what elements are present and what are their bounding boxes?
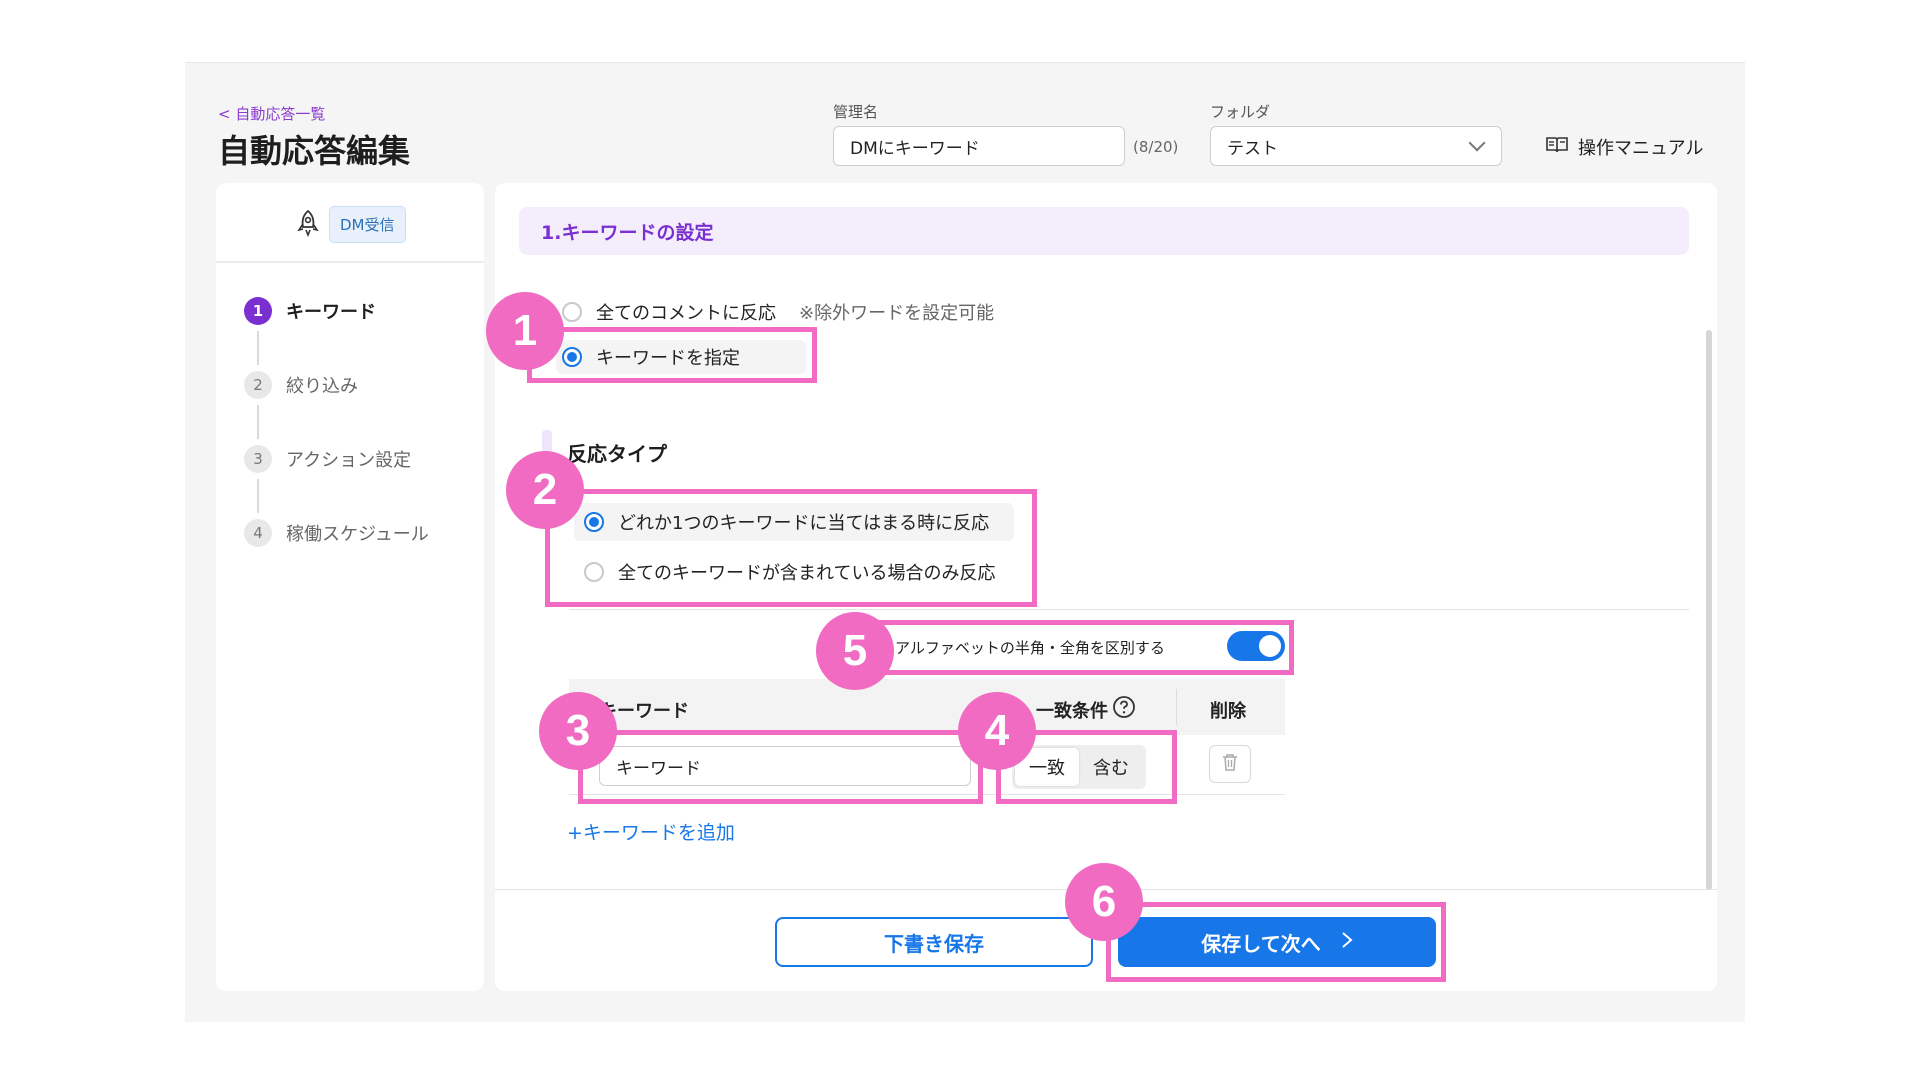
highlight-box-3 [578,730,983,804]
step-item-schedule[interactable]: 4 稼働スケジュール [244,519,429,547]
section-title: 1.キーワードの設定 [519,207,1689,255]
folder-select[interactable]: テスト [1210,126,1502,166]
step-number: 4 [244,519,272,547]
col-delete: 削除 [1210,701,1246,722]
reaction-type-heading: 反応タイプ [567,442,667,466]
back-link[interactable]: < 自動応答一覧 [218,103,325,124]
step-number: 1 [244,297,272,325]
rocket-icon [296,209,320,238]
section-divider [569,609,1689,610]
manual-link[interactable]: 操作マニュアル [1546,134,1703,160]
step-number: 2 [244,371,272,399]
name-counter: (8/20) [1133,138,1179,156]
step-list: 1 キーワード 2 絞り込み 3 アクション設定 4 稼働スケジュール [244,297,429,547]
step-label: 稼働スケジュール [286,524,429,545]
highlight-box-6 [1106,902,1446,982]
highlight-box-1 [527,327,817,383]
folder-label: フォルダ [1210,103,1271,121]
delete-keyword-button[interactable] [1209,745,1251,783]
highlight-box-2 [545,489,1037,607]
step-item-keyword[interactable]: 1 キーワード [244,297,429,325]
name-label: 管理名 [833,103,879,121]
trigger-badge: DM受信 [329,206,406,243]
step-item-action[interactable]: 3 アクション設定 [244,445,429,473]
highlight-box-5 [876,620,1294,675]
scrollbar[interactable] [1706,330,1712,890]
scope-option-all[interactable]: 全てのコメントに反応 [562,299,776,325]
step-item-filter[interactable]: 2 絞り込み [244,371,429,399]
col-separator [1176,689,1177,725]
radio-icon [562,302,582,322]
book-icon [1546,136,1568,159]
step-connector [257,479,259,513]
scope-option-label: 全てのコメントに反応 [596,303,776,324]
annotation-badge-3: 3 [539,692,617,770]
step-label: アクション設定 [286,450,412,471]
sidebar-divider [216,261,484,263]
scope-note: ※除外ワードを設定可能 [799,303,995,324]
name-input[interactable]: DMにキーワード [833,126,1125,166]
save-draft-button[interactable]: 下書き保存 [775,917,1093,967]
annotation-badge-5: 5 [816,612,894,690]
annotation-badge-6: 6 [1065,863,1143,941]
add-keyword-link[interactable]: +キーワードを追加 [567,818,735,845]
trash-icon [1221,752,1239,776]
step-connector [257,405,259,439]
step-label: 絞り込み [286,376,358,397]
help-icon[interactable] [1112,695,1136,723]
step-number: 3 [244,445,272,473]
annotation-badge-2: 2 [506,451,584,529]
step-label: キーワード [286,302,376,323]
chevron-down-icon [1468,134,1486,152]
manual-label: 操作マニュアル [1578,138,1704,159]
annotation-badge-1: 1 [486,292,564,370]
col-match: 一致条件 [1036,701,1108,722]
name-input-value: DMにキーワード [850,138,980,159]
step-connector [257,331,259,365]
page-title: 自動応答編集 [218,132,411,170]
annotation-badge-4: 4 [958,692,1036,770]
folder-select-value: テスト [1227,138,1278,159]
